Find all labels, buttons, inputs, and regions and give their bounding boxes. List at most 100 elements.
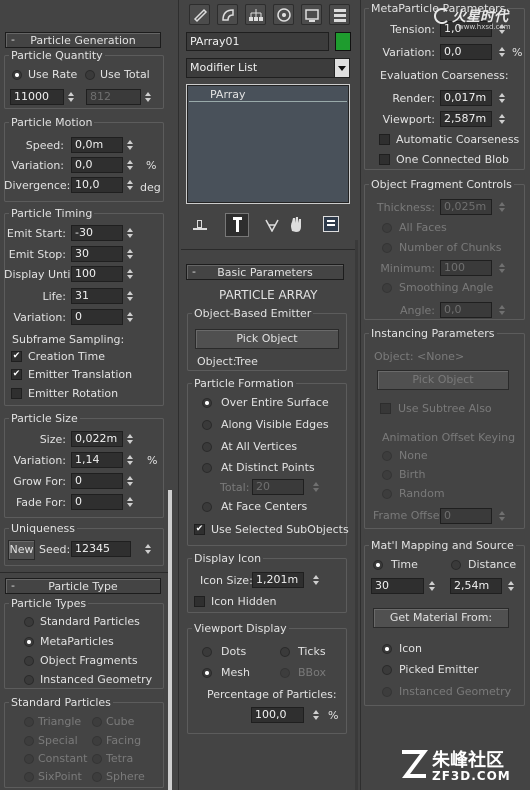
seed-spinner[interactable] <box>144 541 153 557</box>
tab-hierarchy[interactable] <box>245 4 266 25</box>
speed-spinner[interactable] <box>126 137 135 153</box>
left-scrollbar[interactable] <box>168 490 172 790</box>
timing-variation-field[interactable]: 0 <box>71 309 123 325</box>
tab-create[interactable] <box>189 4 210 25</box>
object-name-field[interactable]: PArray01 <box>186 32 329 51</box>
facing-radio[interactable] <box>92 736 102 746</box>
rollout-particle-type[interactable]: - Particle Type <box>5 578 161 594</box>
one-connected-blob-checkbox[interactable] <box>379 154 390 165</box>
frame-offset-field[interactable]: 0 <box>440 508 492 524</box>
sphere-radio[interactable] <box>92 772 102 782</box>
emit-stop-field[interactable]: 30 <box>71 246 123 262</box>
mapping-distance-radio[interactable] <box>451 560 461 570</box>
emit-start-field[interactable]: -30 <box>71 225 123 241</box>
size-variation-spinner[interactable] <box>126 452 135 468</box>
special-radio[interactable] <box>24 736 34 746</box>
icon-size-field[interactable]: 1,201m <box>252 572 304 588</box>
use-total-radio[interactable] <box>85 70 95 80</box>
sixpoint-radio[interactable] <box>24 772 34 782</box>
mapping-time-spinner[interactable] <box>428 578 437 594</box>
pin-stack-icon[interactable] <box>193 220 207 230</box>
metaparticles-radio[interactable] <box>24 637 34 647</box>
percentage-field[interactable]: 100,0 <box>251 707 304 723</box>
angle-field[interactable]: 0,0 <box>440 302 492 318</box>
middle-scrollbar[interactable] <box>355 240 358 790</box>
size-field[interactable]: 0,022m <box>71 431 123 447</box>
all-faces-radio[interactable] <box>382 223 392 233</box>
render-field[interactable]: 0,017m <box>440 90 492 106</box>
use-rate-radio[interactable] <box>12 70 22 80</box>
number-of-chunks-radio[interactable] <box>382 243 392 253</box>
tab-utilities[interactable] <box>329 4 350 25</box>
make-unique-icon[interactable] <box>265 218 279 233</box>
life-spinner[interactable] <box>126 288 135 304</box>
tab-motion[interactable] <box>273 4 294 25</box>
angle-spinner[interactable] <box>498 302 507 318</box>
modifier-list-dropdown[interactable]: Modifier List <box>186 58 344 78</box>
total-spinner[interactable] <box>312 479 321 495</box>
grow-for-spinner[interactable] <box>126 473 135 489</box>
mapping-distance-field[interactable]: 2,54m <box>450 578 502 594</box>
object-color-swatch[interactable] <box>335 32 351 51</box>
emit-stop-spinner[interactable] <box>126 246 135 262</box>
divergence-field[interactable]: 10,0 <box>71 177 123 193</box>
icon-size-spinner[interactable] <box>312 572 321 588</box>
icon-hidden-checkbox[interactable] <box>194 596 205 607</box>
source-instanced-geometry-radio[interactable] <box>382 687 392 697</box>
display-until-field[interactable]: 100 <box>71 266 123 282</box>
offset-birth-radio[interactable] <box>382 470 392 480</box>
percentage-spinner[interactable] <box>312 707 321 723</box>
total-spinner[interactable] <box>144 89 153 105</box>
along-visible-edges-radio[interactable] <box>202 420 212 430</box>
chevron-down-icon[interactable] <box>334 58 350 78</box>
emitter-translation-checkbox[interactable]: ✔ <box>11 369 22 380</box>
picked-emitter-radio[interactable] <box>382 665 392 675</box>
modifier-stack[interactable]: PArray <box>186 84 350 204</box>
pick-object-button[interactable]: Pick Object <box>195 329 339 349</box>
total-field[interactable]: 812 <box>86 89 141 105</box>
meta-variation-field[interactable]: 0,0 <box>440 44 492 60</box>
seed-field[interactable]: 12345 <box>71 541 131 557</box>
use-selected-subobjects-checkbox[interactable]: ✔ <box>194 524 205 535</box>
fade-for-spinner[interactable] <box>126 494 135 510</box>
at-face-centers-radio[interactable] <box>202 502 212 512</box>
rollout-basic-parameters[interactable]: - Basic Parameters <box>186 264 344 280</box>
offset-random-radio[interactable] <box>382 489 392 499</box>
mapping-distance-spinner[interactable] <box>507 578 516 594</box>
divergence-spinner[interactable] <box>126 177 135 193</box>
size-variation-field[interactable]: 1,14 <box>71 452 123 468</box>
frame-offset-spinner[interactable] <box>498 508 507 524</box>
mapping-time-field[interactable]: 30 <box>371 578 424 594</box>
instancing-pick-object-button[interactable]: Pick Object <box>377 370 509 390</box>
dots-radio[interactable] <box>202 647 212 657</box>
minimum-field[interactable]: 100 <box>440 260 492 276</box>
at-all-vertices-radio[interactable] <box>202 442 212 452</box>
speed-field[interactable]: 0,0m <box>71 137 123 153</box>
thickness-spinner[interactable] <box>498 199 507 215</box>
grow-for-field[interactable]: 0 <box>71 473 123 489</box>
get-material-from-button[interactable]: Get Material From: <box>373 608 509 628</box>
emitter-rotation-checkbox[interactable] <box>11 388 22 399</box>
size-spinner[interactable] <box>126 431 135 447</box>
viewport-spinner[interactable] <box>498 111 507 127</box>
at-distinct-points-radio[interactable] <box>202 463 212 473</box>
total-field[interactable]: 20 <box>252 479 304 495</box>
cube-radio[interactable] <box>92 717 102 727</box>
bbox-radio[interactable] <box>280 668 290 678</box>
fade-for-field[interactable]: 0 <box>71 494 123 510</box>
object-fragments-radio[interactable] <box>24 656 34 666</box>
meta-variation-spinner[interactable] <box>498 44 507 60</box>
thickness-field[interactable]: 0,025m <box>440 199 492 215</box>
viewport-field[interactable]: 2,587m <box>440 111 492 127</box>
standard-particles-radio[interactable] <box>24 617 34 627</box>
constant-radio[interactable] <box>24 754 34 764</box>
tetra-radio[interactable] <box>92 754 102 764</box>
tab-modify[interactable] <box>217 4 238 25</box>
rate-field[interactable]: 11000 <box>10 89 64 105</box>
mesh-radio[interactable] <box>202 668 212 678</box>
offset-none-radio[interactable] <box>382 451 392 461</box>
motion-variation-spinner[interactable] <box>126 157 135 173</box>
configure-modifier-sets-icon[interactable] <box>323 216 339 232</box>
rate-spinner[interactable] <box>67 89 76 105</box>
smoothing-angle-radio[interactable] <box>382 283 392 293</box>
